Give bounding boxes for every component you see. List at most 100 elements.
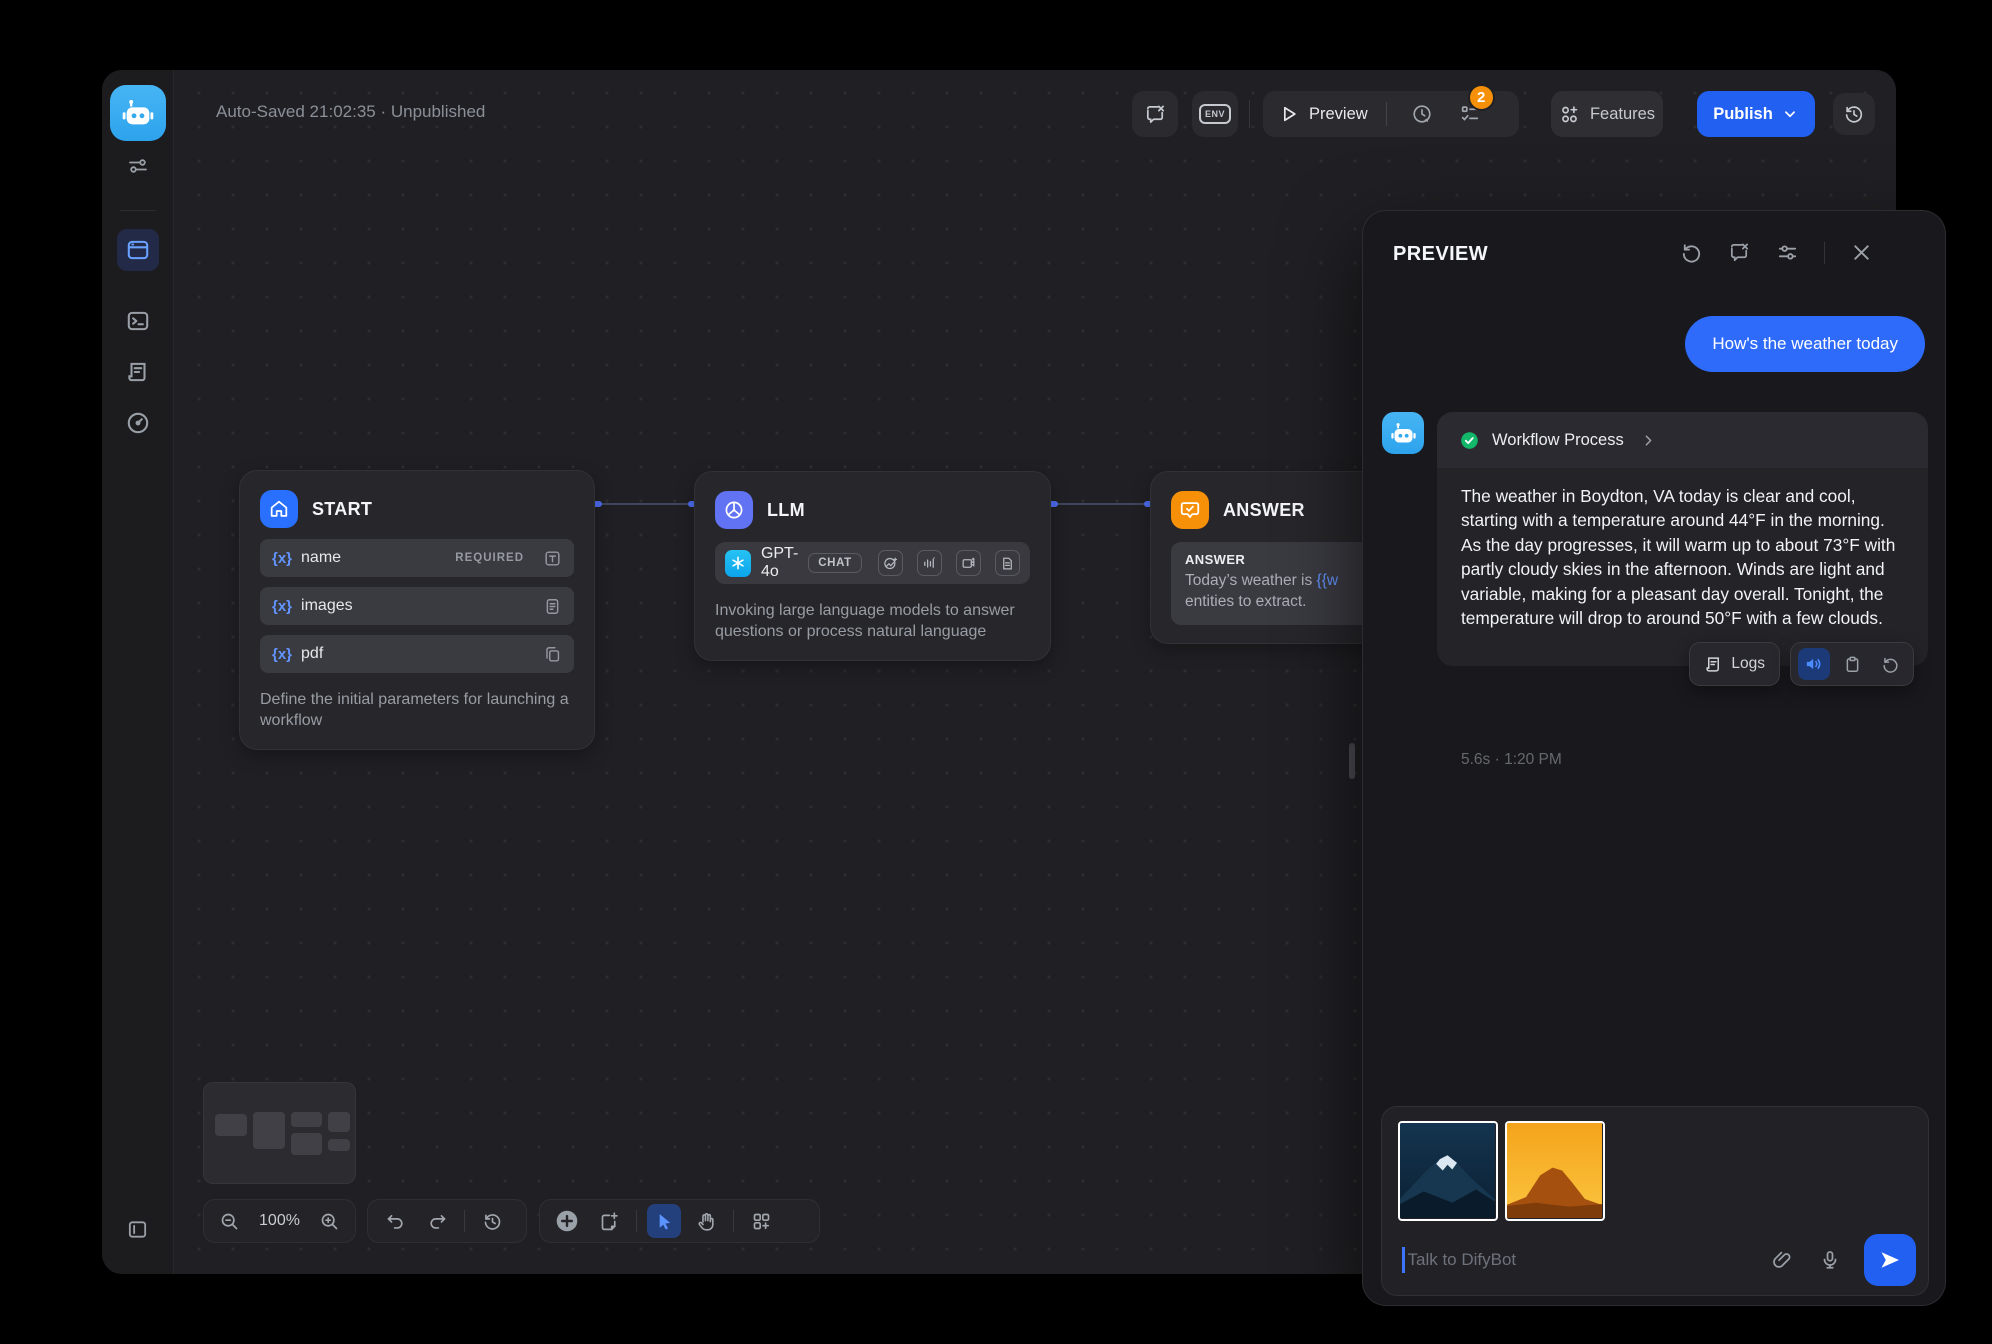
sidebar-divider [120,210,156,211]
undo-redo-controls [367,1199,527,1243]
robot-icon [1390,420,1417,447]
workflow-process-toggle[interactable]: Workflow Process [1437,412,1928,468]
collapse-sidebar-icon[interactable] [117,1208,159,1250]
features-button[interactable]: Features [1551,91,1663,137]
logs-label: Logs [1731,655,1765,673]
header-divider [1249,100,1250,128]
text-caret [1402,1247,1405,1273]
llm-node-title: LLM [767,500,805,521]
redo-button[interactable] [420,1204,454,1238]
add-note-button[interactable] [592,1204,626,1238]
preview-button[interactable]: Preview [1279,104,1368,124]
variable-row-name[interactable]: {x} name REQUIRED [260,539,574,577]
chat-input[interactable] [1408,1250,1759,1270]
change-history-button[interactable] [475,1204,509,1238]
zoom-level: 100% [253,1212,306,1230]
variable-icon: {x} [272,646,292,663]
start-node-description: Define the initial parameters for launch… [260,689,574,731]
logs-button[interactable]: Logs [1689,642,1780,686]
start-node[interactable]: START {x} name REQUIRED {x} images {x} p… [239,470,595,750]
checklist-badge: 2 [1468,84,1495,111]
files-type-icon [543,645,562,664]
home-icon [268,498,290,520]
add-node-button[interactable] [550,1204,584,1238]
sidebar-item-orchestrate[interactable] [117,229,159,271]
sidebar-item-logs[interactable] [117,351,159,393]
zoom-in-button[interactable] [314,1204,345,1238]
chat-mode-badge: CHAT [808,553,862,573]
clipboard-icon [1843,655,1862,674]
copy-button[interactable] [1836,648,1868,680]
history-icon [1843,103,1865,125]
logs-icon [1704,655,1723,674]
attach-file-button[interactable] [1771,1249,1793,1271]
message-actions: Logs [1689,642,1914,686]
regenerate-icon [1881,655,1900,674]
chat-annotation-icon [1144,103,1167,126]
variable-icon: {x} [272,550,292,567]
sidebar-item-api[interactable] [117,300,159,342]
annotation-icon[interactable] [1728,241,1751,264]
hand-mode-button[interactable] [689,1204,723,1238]
run-group-divider [1386,102,1387,126]
features-icon [1559,104,1580,125]
organize-nodes-button[interactable] [744,1204,778,1238]
variable-label: pdf [301,645,534,663]
start-node-title: START [312,499,372,520]
version-history-button[interactable] [1833,93,1875,135]
read-aloud-button[interactable] [1798,648,1830,680]
autosave-status: Auto-Saved 21:02:35 · Unpublished [216,102,485,122]
pointer-mode-button[interactable] [647,1204,681,1238]
variable-row-pdf[interactable]: {x} pdf [260,635,574,673]
message-tool-pill [1790,642,1914,686]
zoom-controls: 100% [203,1199,356,1243]
workflow-settings-icon[interactable] [117,145,159,187]
bot-message-card: Workflow Process The weather in Boydton,… [1437,412,1928,666]
send-icon [1878,1248,1902,1272]
panel-header-divider [1824,242,1825,264]
sidebar-item-monitoring[interactable] [117,402,159,444]
clock-play-icon [1411,103,1433,125]
close-panel-icon[interactable] [1850,241,1873,264]
chat-check-icon [1179,499,1201,521]
run-history-button[interactable] [1405,97,1439,131]
bot-message-text: The weather in Boydton, VA today is clea… [1437,468,1928,666]
brain-icon [722,498,746,522]
robot-icon [121,96,155,130]
restart-conversation-icon[interactable] [1680,241,1703,264]
undo-button[interactable] [378,1204,412,1238]
annotation-button[interactable] [1132,91,1178,137]
document-capability-icon [995,550,1020,576]
variable-row-images[interactable]: {x} images [260,587,574,625]
answer-node-icon [1171,491,1209,529]
uploaded-image-mountain-sunset[interactable] [1505,1121,1605,1221]
minimap[interactable] [203,1082,356,1184]
microphone-icon [1819,1249,1841,1271]
regenerate-button[interactable] [1874,648,1906,680]
features-label: Features [1590,105,1655,124]
env-variables-button[interactable]: ENV [1192,91,1238,137]
audio-capability-icon [917,550,942,576]
video-capability-icon [956,550,981,576]
text-type-icon [543,549,562,568]
zoom-out-button[interactable] [214,1204,245,1238]
publish-button[interactable]: Publish [1697,91,1815,137]
canvas-tools [539,1199,820,1243]
variable-label: images [301,597,534,615]
preview-panel: PREVIEW How's the weather today [1362,210,1946,1306]
checklist-button[interactable]: 2 [1453,97,1487,131]
edge-start-llm [595,503,694,505]
preview-panel-title: PREVIEW [1393,243,1488,266]
preferences-icon[interactable] [1776,241,1799,264]
model-selector[interactable]: GPT-4o CHAT [715,542,1030,584]
voice-input-button[interactable] [1819,1249,1841,1271]
run-group: Preview 2 [1263,91,1519,137]
uploaded-image-mountain-night[interactable] [1398,1121,1498,1221]
llm-node[interactable]: LLM GPT-4o CHAT [694,471,1051,661]
chat-input-row [1382,1233,1928,1287]
app-logo[interactable] [110,85,166,141]
play-icon [1279,104,1299,124]
canvas-scrollbar[interactable] [1349,743,1355,779]
edge-llm-answer [1051,503,1150,505]
send-button[interactable] [1864,1234,1916,1286]
